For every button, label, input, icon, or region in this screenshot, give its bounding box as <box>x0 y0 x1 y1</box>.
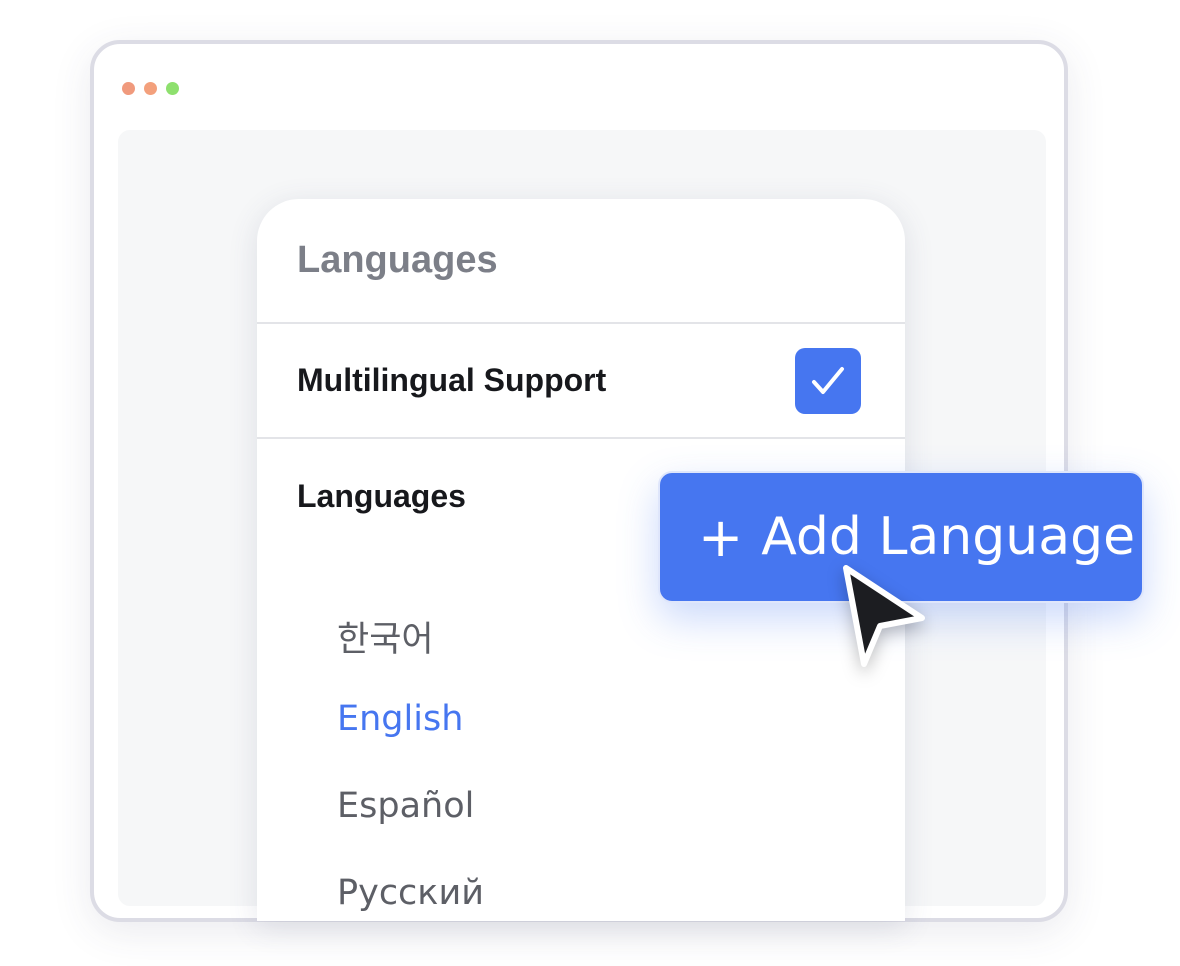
plus-icon: + <box>698 505 744 569</box>
language-item-russian[interactable]: Русский <box>337 873 484 913</box>
multilingual-support-checkbox[interactable] <box>795 348 861 414</box>
language-item-korean[interactable]: 한국어 <box>337 611 434 662</box>
divider <box>257 322 905 324</box>
panel-title: Languages <box>297 239 498 281</box>
minimize-window-dot[interactable] <box>144 82 157 95</box>
maximize-window-dot[interactable] <box>166 82 179 95</box>
language-item-spanish[interactable]: Español <box>337 786 474 826</box>
language-item-english[interactable]: English <box>337 699 463 739</box>
languages-section-label: Languages <box>297 478 466 514</box>
multilingual-support-label: Multilingual Support <box>297 362 607 398</box>
stage: Languages Multilingual Support Languages… <box>0 0 1180 966</box>
checkmark-icon <box>812 367 844 394</box>
mouse-pointer-icon <box>843 565 925 667</box>
divider <box>257 437 905 439</box>
close-window-dot[interactable] <box>122 82 135 95</box>
add-language-label: Add Language <box>761 507 1136 567</box>
